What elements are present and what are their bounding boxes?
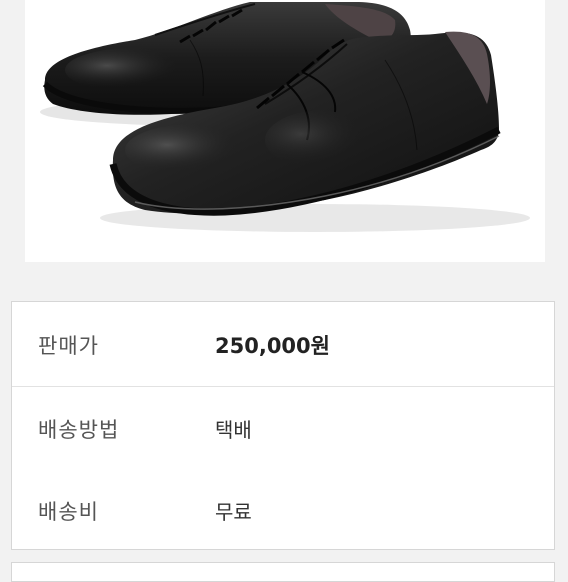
product-details-table: 판매가 250,000원 배송방법 택배 배송비 무료 bbox=[11, 301, 555, 550]
shipping-fee-value: 무료 bbox=[215, 500, 252, 524]
shoes-illustration bbox=[40, 2, 530, 232]
shipping-method-row: 배송방법 택배 bbox=[12, 386, 554, 468]
shipping-fee-label: 배송비 bbox=[38, 500, 99, 524]
shipping-fee-row: 배송비 무료 bbox=[12, 468, 554, 550]
shipping-method-label: 배송방법 bbox=[38, 418, 120, 442]
price-label: 판매가 bbox=[38, 334, 99, 358]
product-image[interactable] bbox=[25, 0, 545, 262]
price-row: 판매가 250,000원 bbox=[12, 302, 554, 387]
next-section-card bbox=[11, 562, 555, 582]
price-value: 250,000원 bbox=[215, 334, 330, 358]
shipping-method-value: 택배 bbox=[215, 418, 252, 442]
